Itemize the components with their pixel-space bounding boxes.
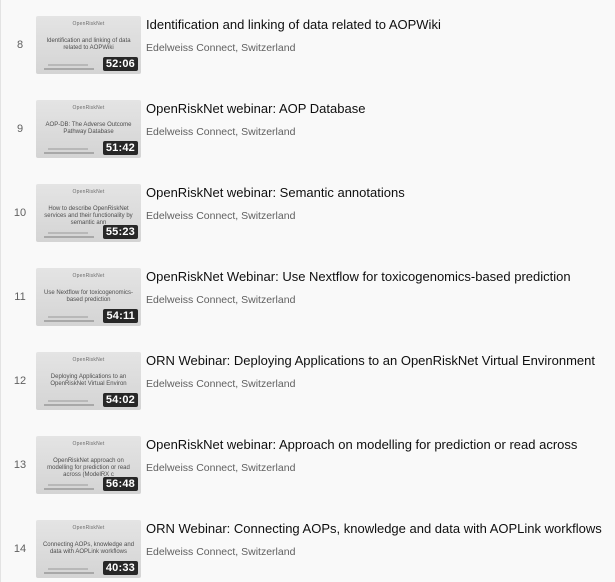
- thumbnail-line: [48, 64, 88, 66]
- thumbnail-line: [44, 488, 94, 490]
- duration-badge: 55:23: [102, 225, 138, 239]
- playlist-item[interactable]: 10 OpenRiskNet How to describe OpenRiskN…: [1, 172, 615, 256]
- video-title[interactable]: Identification and linking of data relat…: [146, 17, 614, 33]
- channel-name[interactable]: Edelweiss Connect, Switzerland: [146, 126, 295, 138]
- item-index: 13: [13, 459, 27, 471]
- video-title[interactable]: OpenRiskNet Webinar: Use Nextflow for to…: [146, 269, 614, 285]
- thumbnail-brand: OpenRiskNet: [72, 189, 105, 195]
- playlist-item[interactable]: 13 OpenRiskNet OpenRiskNet approach on m…: [1, 424, 615, 508]
- item-index: 11: [14, 291, 26, 303]
- video-thumbnail[interactable]: OpenRiskNet How to describe OpenRiskNet …: [36, 184, 141, 242]
- video-thumbnail[interactable]: OpenRiskNet Identification and linking o…: [36, 16, 141, 74]
- thumbnail-line: [44, 572, 94, 574]
- thumbnail-line: [44, 68, 94, 70]
- thumbnail-line: [44, 320, 94, 322]
- channel-name[interactable]: Edelweiss Connect, Switzerland: [146, 294, 295, 306]
- playlist-item[interactable]: 14 OpenRiskNet Connecting AOPs, knowledg…: [1, 508, 615, 582]
- video-thumbnail[interactable]: OpenRiskNet AOP-DB: The Adverse Outcome …: [36, 100, 141, 158]
- video-title[interactable]: OpenRiskNet webinar: Approach on modelli…: [146, 437, 614, 453]
- item-index: 9: [16, 123, 24, 135]
- thumbnail-line: [48, 400, 88, 402]
- thumbnail-text: How to describe OpenRiskNet services and…: [44, 206, 133, 226]
- thumbnail-brand: OpenRiskNet: [72, 21, 105, 27]
- thumbnail-brand: OpenRiskNet: [72, 357, 105, 363]
- playlist-item[interactable]: 9 OpenRiskNet AOP-DB: The Adverse Outcom…: [1, 88, 615, 172]
- thumbnail-text: Connecting AOPs, knowledge and data with…: [42, 542, 135, 555]
- video-title[interactable]: OpenRiskNet webinar: Semantic annotation…: [146, 185, 614, 201]
- thumbnail-line: [44, 152, 94, 154]
- duration-badge: 54:11: [103, 309, 138, 323]
- thumbnail-brand: OpenRiskNet: [72, 441, 105, 447]
- duration-badge: 40:33: [102, 561, 138, 575]
- duration-badge: 52:06: [102, 57, 138, 71]
- video-thumbnail[interactable]: OpenRiskNet Use Nextflow for toxicogenom…: [36, 268, 141, 326]
- thumbnail-text: Identification and linking of data relat…: [46, 38, 131, 51]
- item-index: 12: [13, 375, 27, 387]
- playlist-item[interactable]: 12 OpenRiskNet Deploying Applications to…: [1, 340, 615, 424]
- thumbnail-text: Deploying Applications to an OpenRiskNet…: [50, 374, 127, 387]
- thumbnail-text: Use Nextflow for toxicogenomics-based pr…: [43, 290, 134, 303]
- video-title[interactable]: OpenRiskNet webinar: AOP Database: [146, 101, 614, 117]
- thumbnail-line: [48, 232, 88, 234]
- channel-name[interactable]: Edelweiss Connect, Switzerland: [146, 378, 295, 390]
- thumbnail-text: AOP-DB: The Adverse Outcome Pathway Data…: [45, 122, 132, 135]
- item-index: 14: [13, 543, 27, 555]
- thumbnail-line: [48, 484, 88, 486]
- duration-badge: 54:02: [102, 393, 138, 407]
- thumbnail-line: [48, 568, 88, 570]
- thumbnail-brand: OpenRiskNet: [72, 273, 105, 279]
- video-thumbnail[interactable]: OpenRiskNet Connecting AOPs, knowledge a…: [36, 520, 141, 578]
- channel-name[interactable]: Edelweiss Connect, Switzerland: [146, 546, 295, 558]
- video-title[interactable]: ORN Webinar: Connecting AOPs, knowledge …: [146, 521, 614, 537]
- channel-name[interactable]: Edelweiss Connect, Switzerland: [146, 210, 295, 222]
- channel-name[interactable]: Edelweiss Connect, Switzerland: [146, 42, 295, 54]
- video-title[interactable]: ORN Webinar: Deploying Applications to a…: [146, 353, 614, 369]
- playlist-item[interactable]: 11 OpenRiskNet Use Nextflow for toxicoge…: [1, 256, 615, 340]
- playlist-item[interactable]: 8 OpenRiskNet Identification and linking…: [1, 4, 615, 88]
- thumbnail-line: [48, 148, 88, 150]
- thumbnail-line: [48, 316, 88, 318]
- thumbnail-brand: OpenRiskNet: [72, 525, 105, 531]
- duration-badge: 56:48: [102, 477, 138, 491]
- thumbnail-text: OpenRiskNet approach on modelling for pr…: [47, 458, 130, 478]
- thumbnail-brand: OpenRiskNet: [72, 105, 105, 111]
- item-index: 10: [13, 207, 27, 219]
- thumbnail-line: [44, 404, 94, 406]
- video-thumbnail[interactable]: OpenRiskNet OpenRiskNet approach on mode…: [36, 436, 141, 494]
- item-index: 8: [16, 39, 24, 51]
- playlist-video-list: 8 OpenRiskNet Identification and linking…: [0, 0, 615, 582]
- channel-name[interactable]: Edelweiss Connect, Switzerland: [146, 462, 295, 474]
- thumbnail-line: [44, 236, 94, 238]
- video-thumbnail[interactable]: OpenRiskNet Deploying Applications to an…: [36, 352, 141, 410]
- duration-badge: 51:42: [102, 141, 138, 155]
